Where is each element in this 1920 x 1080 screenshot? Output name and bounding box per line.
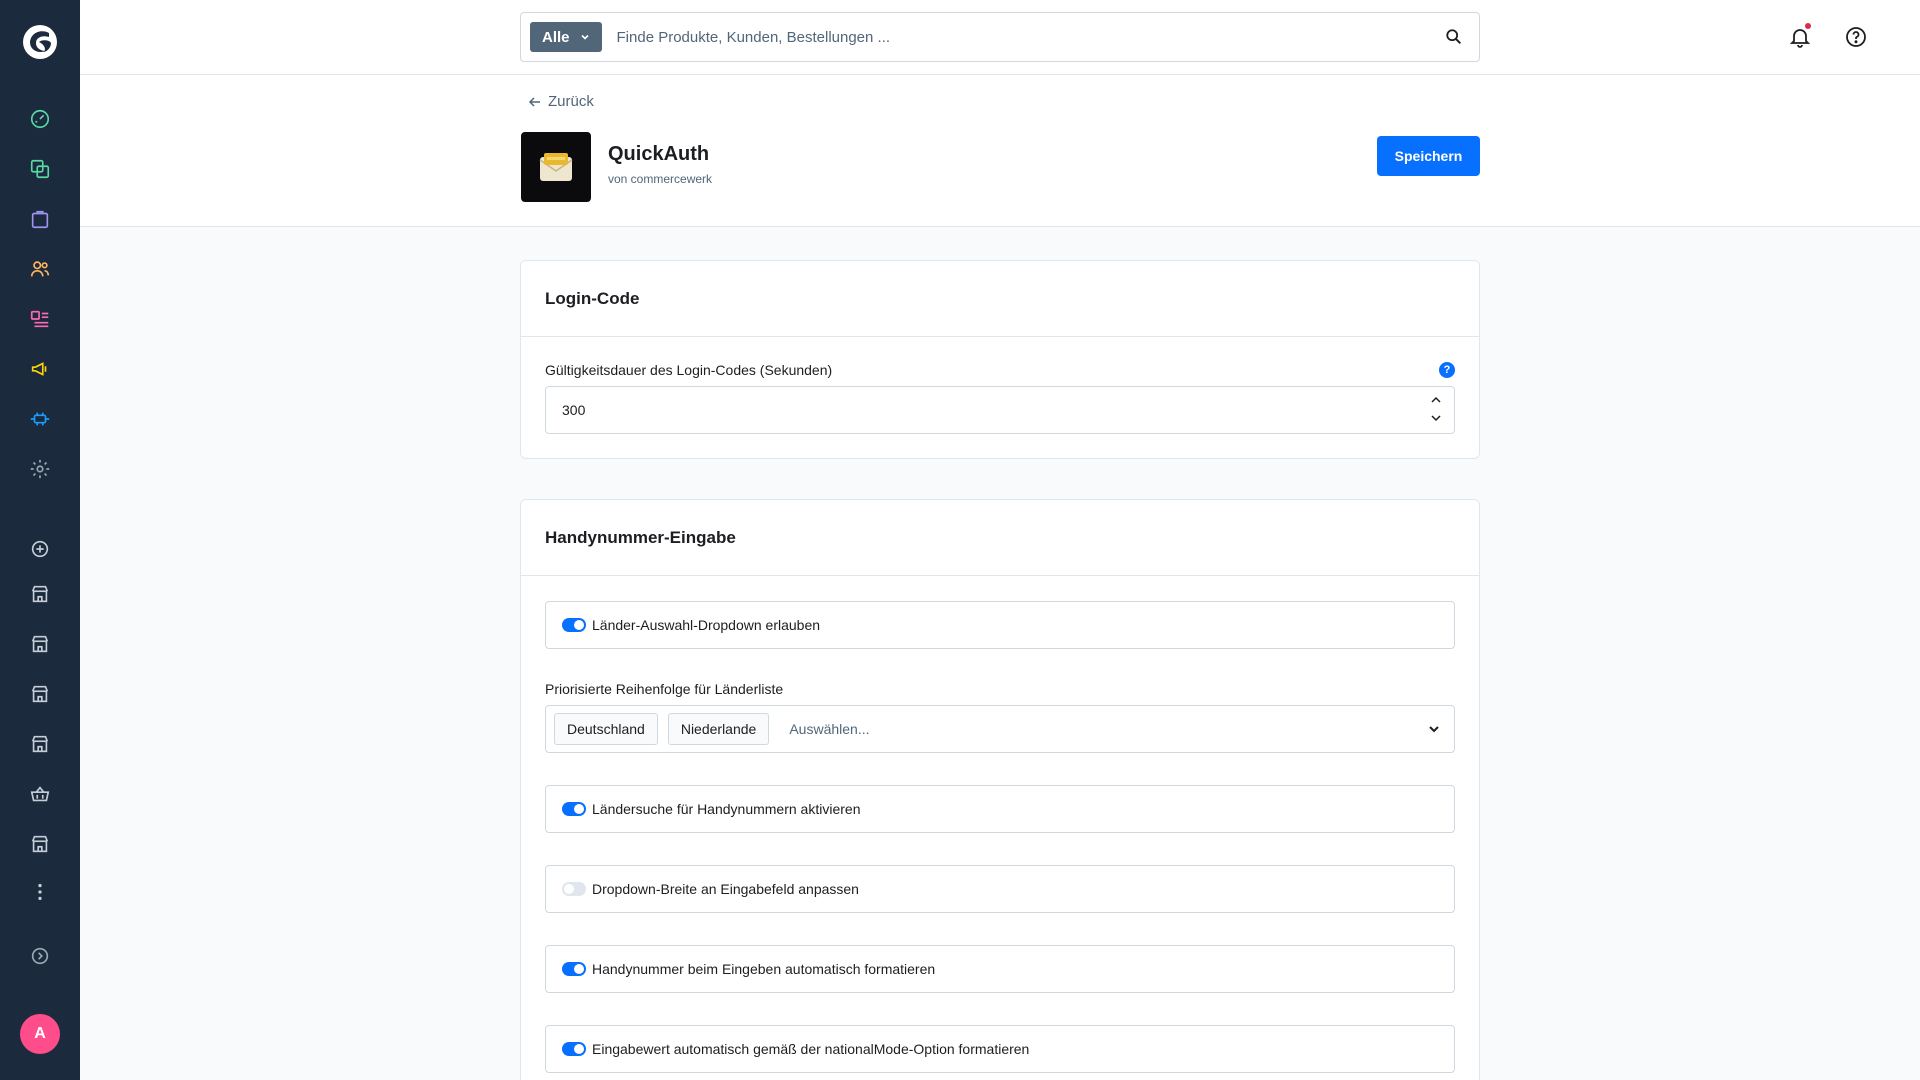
dashboard-icon[interactable] [20,99,60,139]
storefront-icon[interactable] [20,574,60,614]
card-title: Handynummer-Eingabe [521,500,1479,576]
customers-icon[interactable] [20,249,60,289]
dropdown-width-switch[interactable] [562,882,586,896]
expand-sidebar-icon[interactable] [20,936,60,976]
page-header: Zurück QuickAuth von commercewerk Speich… [80,75,1920,227]
priority-multiselect[interactable]: Deutschland Niederlande Auswählen... [545,705,1455,753]
global-search: Alle [520,12,1480,62]
toggle-label: Eingabewert automatisch gemäß der nation… [592,1041,1030,1057]
validity-value: 300 [562,402,586,418]
toggle-label: Handynummer beim Eingeben automatisch fo… [592,961,936,977]
priority-label: Priorisierte Reihenfolge für Länderliste [545,681,784,697]
more-vertical-icon[interactable] [20,872,60,912]
toggle-label: Ländersuche für Handynummern aktivieren [592,801,861,817]
country-dropdown-switch[interactable] [562,618,586,632]
chevron-down-icon[interactable] [1414,725,1454,733]
top-bar: Alle [80,0,1920,75]
chevron-down-icon[interactable] [1428,411,1444,425]
help-icon[interactable] [1836,17,1876,57]
user-avatar[interactable]: A [20,1014,60,1054]
orders-icon[interactable] [20,199,60,239]
extensions-icon[interactable] [20,399,60,439]
storefront-icon[interactable] [20,724,60,764]
national-mode-switch[interactable] [562,1042,586,1056]
notification-bell-icon[interactable] [1780,17,1820,57]
toggle-label: Dropdown-Breite an Eingabefeld anpassen [592,881,859,897]
chevron-up-icon[interactable] [1428,393,1444,407]
toggle-row-dropdown-width: Dropdown-Breite an Eingabefeld anpassen [545,865,1455,913]
chevron-down-icon [580,34,589,40]
app-logo-icon [521,132,591,202]
storefront-icon[interactable] [20,674,60,714]
settings-gear-icon[interactable] [20,449,60,489]
back-label: Zurück [548,93,594,110]
app-vendor: von commercewerk [608,172,713,186]
toggle-row-country-search: Ländersuche für Handynummern aktivieren [545,785,1455,833]
arrow-left-icon [528,96,540,107]
search-input[interactable] [616,28,1429,46]
country-search-switch[interactable] [562,802,586,816]
shopware-logo-icon[interactable] [20,22,60,62]
multiselect-placeholder: Auswählen... [789,721,870,737]
selected-chip[interactable]: Niederlande [667,713,770,745]
toggle-row-auto-format: Handynummer beim Eingeben automatisch fo… [545,945,1455,993]
storefront-icon[interactable] [20,824,60,864]
card-title: Login-Code [521,261,1479,337]
validity-number-input[interactable]: 300 [545,386,1455,434]
toggle-row-national-mode: Eingabewert automatisch gemäß der nation… [545,1025,1455,1073]
toggle-row-country-dropdown: Länder-Auswahl-Dropdown erlauben [545,601,1455,649]
notification-badge [1805,23,1811,29]
catalogue-icon[interactable] [20,149,60,189]
search-type-label: Alle [542,28,570,46]
help-tooltip-icon[interactable]: ? [1439,362,1455,378]
app-title: QuickAuth [608,143,710,165]
storefront-icon[interactable] [20,624,60,664]
search-icon[interactable] [1429,13,1479,61]
number-stepper [1428,393,1444,425]
basket-icon[interactable] [20,774,60,814]
auto-format-switch[interactable] [562,962,586,976]
add-sales-channel-icon[interactable] [20,529,60,569]
content-icon[interactable] [20,299,60,339]
validity-label: Gültigkeitsdauer des Login-Codes (Sekund… [545,362,833,378]
sidebar: A [0,0,80,1080]
phone-input-card: Handynummer-Eingabe Länder-Auswahl-Dropd… [520,499,1480,1080]
back-link[interactable]: Zurück [528,93,594,110]
save-button[interactable]: Speichern [1377,136,1480,176]
login-code-card: Login-Code Gültigkeitsdauer des Login-Co… [520,260,1480,459]
toggle-label: Länder-Auswahl-Dropdown erlauben [592,617,821,633]
search-type-select[interactable]: Alle [530,22,602,52]
marketing-icon[interactable] [20,349,60,389]
selected-chip[interactable]: Deutschland [554,713,658,745]
